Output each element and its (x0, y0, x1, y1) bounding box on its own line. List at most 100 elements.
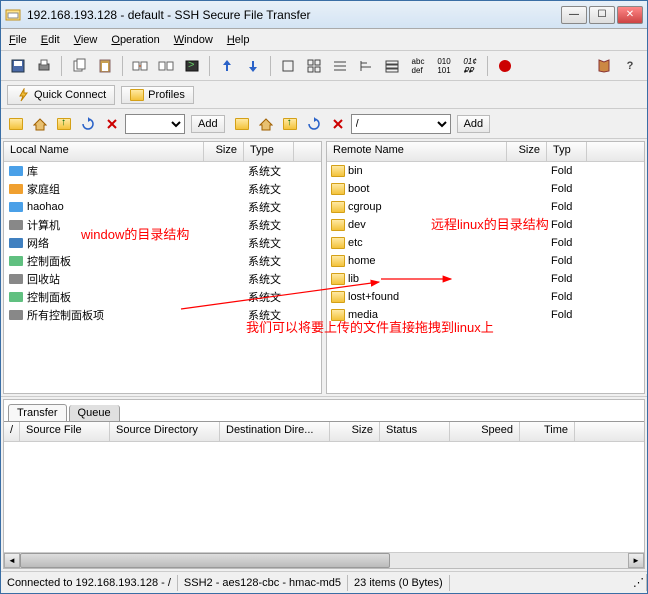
remote-col-name[interactable]: Remote Name (327, 142, 507, 161)
item-type: 系统文 (244, 198, 294, 216)
list-item[interactable]: 网络系统文 (4, 234, 321, 252)
item-name: 网络 (27, 235, 49, 251)
menu-edit[interactable]: Edit (41, 34, 60, 46)
copy-icon[interactable] (68, 55, 90, 77)
view-large-icon[interactable] (277, 55, 299, 77)
maximize-button[interactable]: ☐ (589, 6, 615, 24)
local-delete-icon[interactable] (101, 113, 123, 135)
item-type: Fold (547, 200, 587, 214)
profiles-button[interactable]: Profiles (121, 86, 194, 104)
list-item[interactable]: 计算机系统文 (4, 216, 321, 234)
remote-add-button[interactable]: Add (457, 115, 491, 133)
print-icon[interactable] (33, 55, 55, 77)
col-time[interactable]: Time (520, 422, 575, 441)
remote-up-icon[interactable]: ↑ (279, 113, 301, 135)
quick-connect-button[interactable]: Quick Connect (7, 85, 115, 105)
binary-icon[interactable]: 010101 (433, 55, 455, 77)
local-path-select[interactable] (125, 114, 185, 134)
list-item[interactable]: bootFold (327, 180, 644, 198)
view-list-icon[interactable] (329, 55, 351, 77)
scroll-thumb[interactable] (20, 553, 390, 568)
col-dest-dir[interactable]: Destination Dire... (220, 422, 330, 441)
col-status[interactable]: Status (380, 422, 450, 441)
list-item[interactable]: binFold (327, 162, 644, 180)
transfer-body[interactable] (4, 442, 644, 552)
item-name: 控制面板 (27, 289, 71, 305)
stop-icon[interactable] (494, 55, 516, 77)
view-details-icon[interactable] (381, 55, 403, 77)
list-item[interactable]: 控制面板系统文 (4, 288, 321, 306)
list-item[interactable]: lost+foundFold (327, 288, 644, 306)
remote-path-select[interactable]: / (351, 114, 451, 134)
local-col-name[interactable]: Local Name (4, 142, 204, 161)
connect-icon[interactable] (129, 55, 151, 77)
local-col-size[interactable]: Size (204, 142, 244, 161)
col-source-dir[interactable]: Source Directory (110, 422, 220, 441)
status-resize-grip[interactable]: ⋰ (627, 574, 647, 591)
scroll-right-icon[interactable]: ► (628, 553, 644, 568)
item-name: 家庭组 (27, 181, 60, 197)
list-item[interactable]: homeFold (327, 252, 644, 270)
tab-queue[interactable]: Queue (69, 405, 120, 421)
minimize-button[interactable]: — (561, 6, 587, 24)
col-slash[interactable]: / (4, 422, 20, 441)
list-item[interactable]: 所有控制面板项系统文 (4, 306, 321, 324)
col-source-file[interactable]: Source File (20, 422, 110, 441)
menu-window[interactable]: Window (174, 34, 213, 46)
remote-home-icon[interactable] (255, 113, 277, 135)
local-col-type[interactable]: Type (244, 142, 294, 161)
list-item[interactable]: mediaFold (327, 306, 644, 324)
menu-file[interactable]: File (9, 34, 27, 46)
scroll-left-icon[interactable]: ◄ (4, 553, 20, 568)
menu-view[interactable]: View (74, 34, 98, 46)
col-speed[interactable]: Speed (450, 422, 520, 441)
list-item[interactable]: haohao系统文 (4, 198, 321, 216)
close-button[interactable]: ✕ (617, 6, 643, 24)
item-icon (8, 236, 24, 250)
item-name: 计算机 (27, 217, 60, 233)
col-size[interactable]: Size (330, 422, 380, 441)
remote-refresh-icon[interactable] (303, 113, 325, 135)
book-help-icon[interactable] (593, 55, 615, 77)
menu-help[interactable]: Help (227, 34, 250, 46)
download-icon[interactable] (242, 55, 264, 77)
status-connection: Connected to 192.168.193.128 - / (1, 575, 178, 591)
local-up-icon[interactable]: ↑ (53, 113, 75, 135)
disconnect-icon[interactable] (155, 55, 177, 77)
local-refresh-icon[interactable] (77, 113, 99, 135)
remote-list[interactable]: binFoldbootFoldcgroupFolddevFoldetcFoldh… (327, 162, 644, 393)
folder-icon (331, 273, 345, 285)
list-item[interactable]: etcFold (327, 234, 644, 252)
help-icon[interactable]: ? (619, 55, 641, 77)
local-list[interactable]: 库系统文家庭组系统文haohao系统文计算机系统文网络系统文控制面板系统文回收站… (4, 162, 321, 393)
local-home-icon[interactable] (29, 113, 51, 135)
list-item[interactable]: 控制面板系统文 (4, 252, 321, 270)
list-item[interactable]: libFold (327, 270, 644, 288)
list-item[interactable]: cgroupFold (327, 198, 644, 216)
remote-new-folder-icon[interactable] (231, 113, 253, 135)
auto-icon[interactable]: 01¢₽₽ (459, 55, 481, 77)
remote-delete-icon[interactable] (327, 113, 349, 135)
transfer-scrollbar[interactable]: ◄ ► (4, 552, 644, 568)
folder-icon (331, 237, 345, 249)
local-add-button[interactable]: Add (191, 115, 225, 133)
item-name: bin (348, 165, 363, 177)
save-icon[interactable] (7, 55, 29, 77)
paste-icon[interactable] (94, 55, 116, 77)
profiles-label: Profiles (148, 89, 185, 101)
view-tree-icon[interactable] (355, 55, 377, 77)
remote-col-size[interactable]: Size (507, 142, 547, 161)
list-item[interactable]: devFold (327, 216, 644, 234)
view-small-icon[interactable] (303, 55, 325, 77)
local-new-folder-icon[interactable] (5, 113, 27, 135)
list-item[interactable]: 库系统文 (4, 162, 321, 180)
list-item[interactable]: 回收站系统文 (4, 270, 321, 288)
remote-col-type[interactable]: Typ (547, 142, 587, 161)
upload-icon[interactable] (216, 55, 238, 77)
menu-operation[interactable]: Operation (111, 34, 159, 46)
titlebar[interactable]: 192.168.193.128 - default - SSH Secure F… (1, 1, 647, 29)
terminal-icon[interactable]: > (181, 55, 203, 77)
abc-icon[interactable]: abcdef (407, 55, 429, 77)
list-item[interactable]: 家庭组系统文 (4, 180, 321, 198)
tab-transfer[interactable]: Transfer (8, 404, 67, 421)
